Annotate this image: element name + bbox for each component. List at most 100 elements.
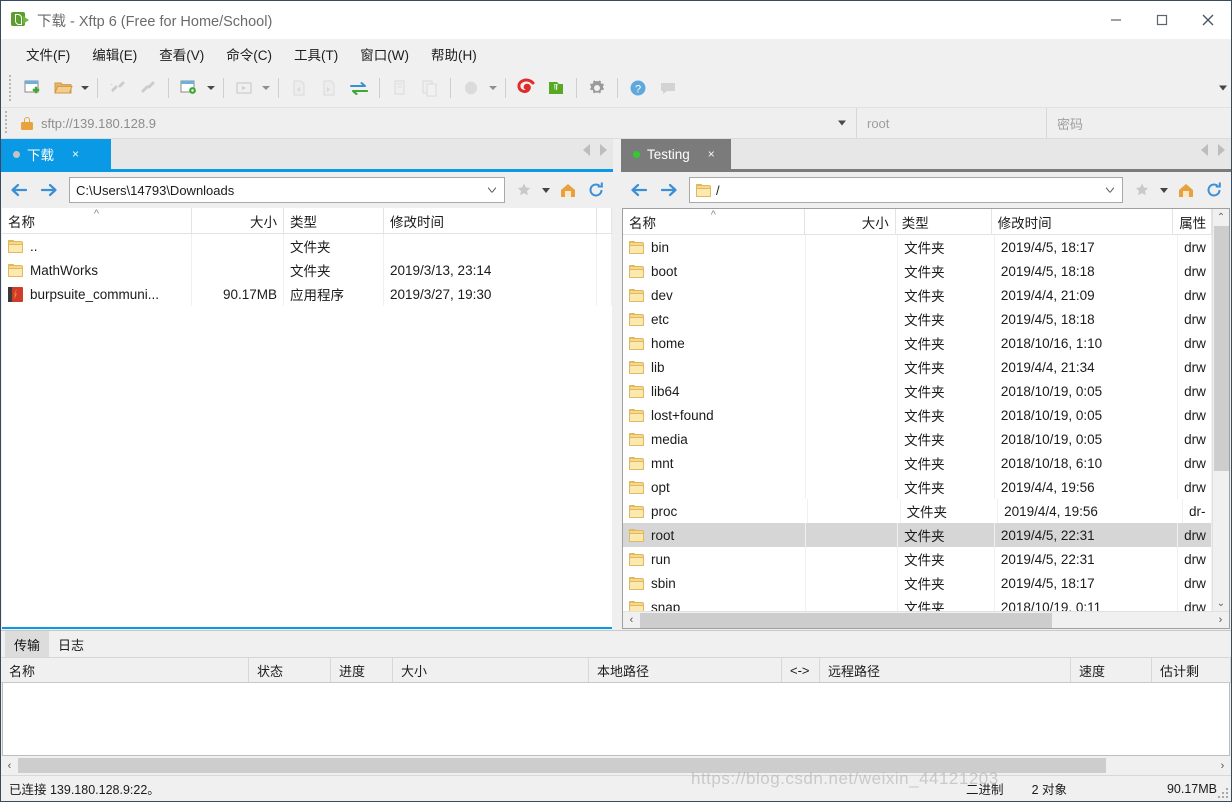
local-back-icon[interactable] <box>5 176 33 204</box>
options-gear-icon[interactable] <box>582 73 612 103</box>
password-input[interactable]: 密码 <box>1046 108 1231 138</box>
remote-tab-testing[interactable]: Testing × <box>621 139 731 169</box>
table-row[interactable]: mnt 文件夹 2018/10/18, 6:10 drw <box>623 451 1212 475</box>
toolbar-grip[interactable] <box>7 75 13 101</box>
table-row[interactable]: lost+found 文件夹 2018/10/19, 0:05 drw <box>623 403 1212 427</box>
reconnect-icon[interactable] <box>133 73 163 103</box>
table-row[interactable]: dev 文件夹 2019/4/4, 21:09 drw <box>623 283 1212 307</box>
local-path-input[interactable]: C:\Users\14793\Downloads <box>69 177 505 203</box>
local-bookmark-icon[interactable] <box>511 176 537 204</box>
table-row[interactable]: lib 文件夹 2019/4/4, 21:34 drw <box>623 355 1212 379</box>
copy-item-icon[interactable] <box>385 73 415 103</box>
tab-log[interactable]: 日志 <box>49 631 93 658</box>
transfer-col-direction[interactable]: <-> <box>782 658 820 682</box>
remote-vertical-scrollbar[interactable]: ⌃ ⌄ <box>1212 209 1229 612</box>
transfer-table-body[interactable] <box>2 683 1230 756</box>
local-bookmark-dropdown-icon[interactable] <box>539 176 553 204</box>
menu-edit[interactable]: 编辑(E) <box>81 40 148 68</box>
table-row[interactable]: proc 文件夹 2019/4/4, 19:56 dr- <box>623 499 1213 523</box>
table-row[interactable]: etc 文件夹 2019/4/5, 18:18 drw <box>623 307 1212 331</box>
scroll-right-icon[interactable]: › <box>1212 612 1229 629</box>
local-col-type[interactable]: 类型 <box>284 208 384 233</box>
transfer-horizontal-scrollbar[interactable]: ‹ › <box>1 756 1231 775</box>
remote-forward-icon[interactable] <box>655 176 683 204</box>
menu-command[interactable]: 命令(C) <box>215 40 283 68</box>
session-properties-dropdown-icon[interactable] <box>204 73 218 103</box>
minimize-button[interactable] <box>1093 1 1139 39</box>
username-input[interactable]: root <box>856 108 1046 138</box>
resize-grip-icon[interactable] <box>1216 786 1228 798</box>
tab-scroll-left-icon[interactable] <box>1201 144 1208 156</box>
local-home-icon[interactable] <box>555 176 581 204</box>
transfer-mode-dropdown-icon[interactable] <box>486 73 500 103</box>
local-path-dropdown-icon[interactable] <box>488 187 496 193</box>
maximize-button[interactable] <box>1139 1 1185 39</box>
scroll-thumb-horizontal[interactable] <box>18 758 1107 773</box>
scroll-thumb[interactable] <box>1213 226 1229 471</box>
sync-browse-icon[interactable] <box>344 73 374 103</box>
table-row[interactable]: root 文件夹 2019/4/5, 22:31 drw <box>623 523 1212 547</box>
remote-path-dropdown-icon[interactable] <box>1106 187 1114 193</box>
table-row[interactable]: burpsuite_communi... 90.17MB 应用程序 2019/3… <box>2 282 612 306</box>
connection-bar-grip[interactable] <box>3 111 9 135</box>
table-row[interactable]: run 文件夹 2019/4/5, 22:31 drw <box>623 547 1212 571</box>
local-col-size[interactable]: 大小 <box>192 208 284 233</box>
remote-path-input[interactable]: / <box>689 177 1123 203</box>
transfer-right-icon[interactable] <box>314 73 344 103</box>
transfer-col-size[interactable]: 大小 <box>393 658 589 682</box>
local-tab-downloads[interactable]: 下载 × <box>1 139 111 169</box>
session-properties-icon[interactable] <box>174 73 204 103</box>
run-script-dropdown-icon[interactable] <box>259 73 273 103</box>
transfer-col-remote-path[interactable]: 远程路径 <box>820 658 1071 682</box>
tab-transfer[interactable]: 传输 <box>5 630 50 658</box>
remote-col-modified[interactable]: 修改时间 <box>992 209 1174 234</box>
transfer-col-speed[interactable]: 速度 <box>1071 658 1152 682</box>
menu-file[interactable]: 文件(F) <box>15 40 81 68</box>
local-col-modified[interactable]: 修改时间 <box>384 208 597 233</box>
table-row[interactable]: bin 文件夹 2019/4/5, 18:17 drw <box>623 235 1212 259</box>
tab-scroll-right-icon[interactable] <box>1218 144 1225 156</box>
open-folder-icon[interactable] <box>48 73 78 103</box>
scroll-track-horizontal[interactable] <box>18 758 1214 773</box>
remote-refresh-icon[interactable] <box>1201 176 1227 204</box>
xshell-launch-icon[interactable] <box>511 73 541 103</box>
scroll-left-icon[interactable]: ‹ <box>1 757 18 774</box>
disconnect-icon[interactable] <box>103 73 133 103</box>
toolbar-overflow-icon[interactable] <box>1219 85 1227 91</box>
transfer-col-eta[interactable]: 估计剩 <box>1152 658 1231 682</box>
remote-home-icon[interactable] <box>1173 176 1199 204</box>
tab-scroll-right-icon[interactable] <box>600 144 607 156</box>
close-button[interactable] <box>1185 1 1231 39</box>
remote-col-size[interactable]: 大小 <box>805 209 896 234</box>
remote-col-type[interactable]: 类型 <box>896 209 992 234</box>
tab-scroll-left-icon[interactable] <box>583 144 590 156</box>
new-session-icon[interactable] <box>18 73 48 103</box>
remote-horizontal-scrollbar[interactable]: ‹ › <box>623 611 1229 628</box>
table-row[interactable]: .. 文件夹 <box>2 234 612 258</box>
local-tab-close-icon[interactable]: × <box>72 147 79 161</box>
transfer-mode-icon[interactable] <box>456 73 486 103</box>
table-row[interactable]: sbin 文件夹 2019/4/5, 18:17 drw <box>623 571 1212 595</box>
scroll-up-icon[interactable]: ⌃ <box>1213 209 1230 226</box>
scroll-left-icon[interactable]: ‹ <box>623 612 640 629</box>
transfer-col-local-path[interactable]: 本地路径 <box>589 658 782 682</box>
remote-tab-close-icon[interactable]: × <box>708 147 715 161</box>
paste-item-icon[interactable] <box>415 73 445 103</box>
remote-back-icon[interactable] <box>625 176 653 204</box>
menu-tools[interactable]: 工具(T) <box>283 40 349 68</box>
scroll-track-horizontal[interactable] <box>640 612 1212 628</box>
remote-bookmark-dropdown-icon[interactable] <box>1157 176 1171 204</box>
table-row[interactable]: media 文件夹 2018/10/19, 0:05 drw <box>623 427 1212 451</box>
xftp-launch-icon[interactable] <box>541 73 571 103</box>
menu-view[interactable]: 查看(V) <box>148 40 215 68</box>
remote-col-name[interactable]: 名称 ^ <box>623 209 805 234</box>
table-row[interactable]: opt 文件夹 2019/4/4, 19:56 drw <box>623 475 1212 499</box>
menu-help[interactable]: 帮助(H) <box>420 40 488 68</box>
help-icon[interactable]: ? <box>623 73 653 103</box>
local-refresh-icon[interactable] <box>583 176 609 204</box>
local-col-name[interactable]: 名称 ^ <box>2 208 192 233</box>
scroll-right-icon[interactable]: › <box>1214 757 1231 774</box>
local-forward-icon[interactable] <box>35 176 63 204</box>
scroll-down-icon[interactable]: ⌄ <box>1213 595 1230 612</box>
run-script-icon[interactable] <box>229 73 259 103</box>
